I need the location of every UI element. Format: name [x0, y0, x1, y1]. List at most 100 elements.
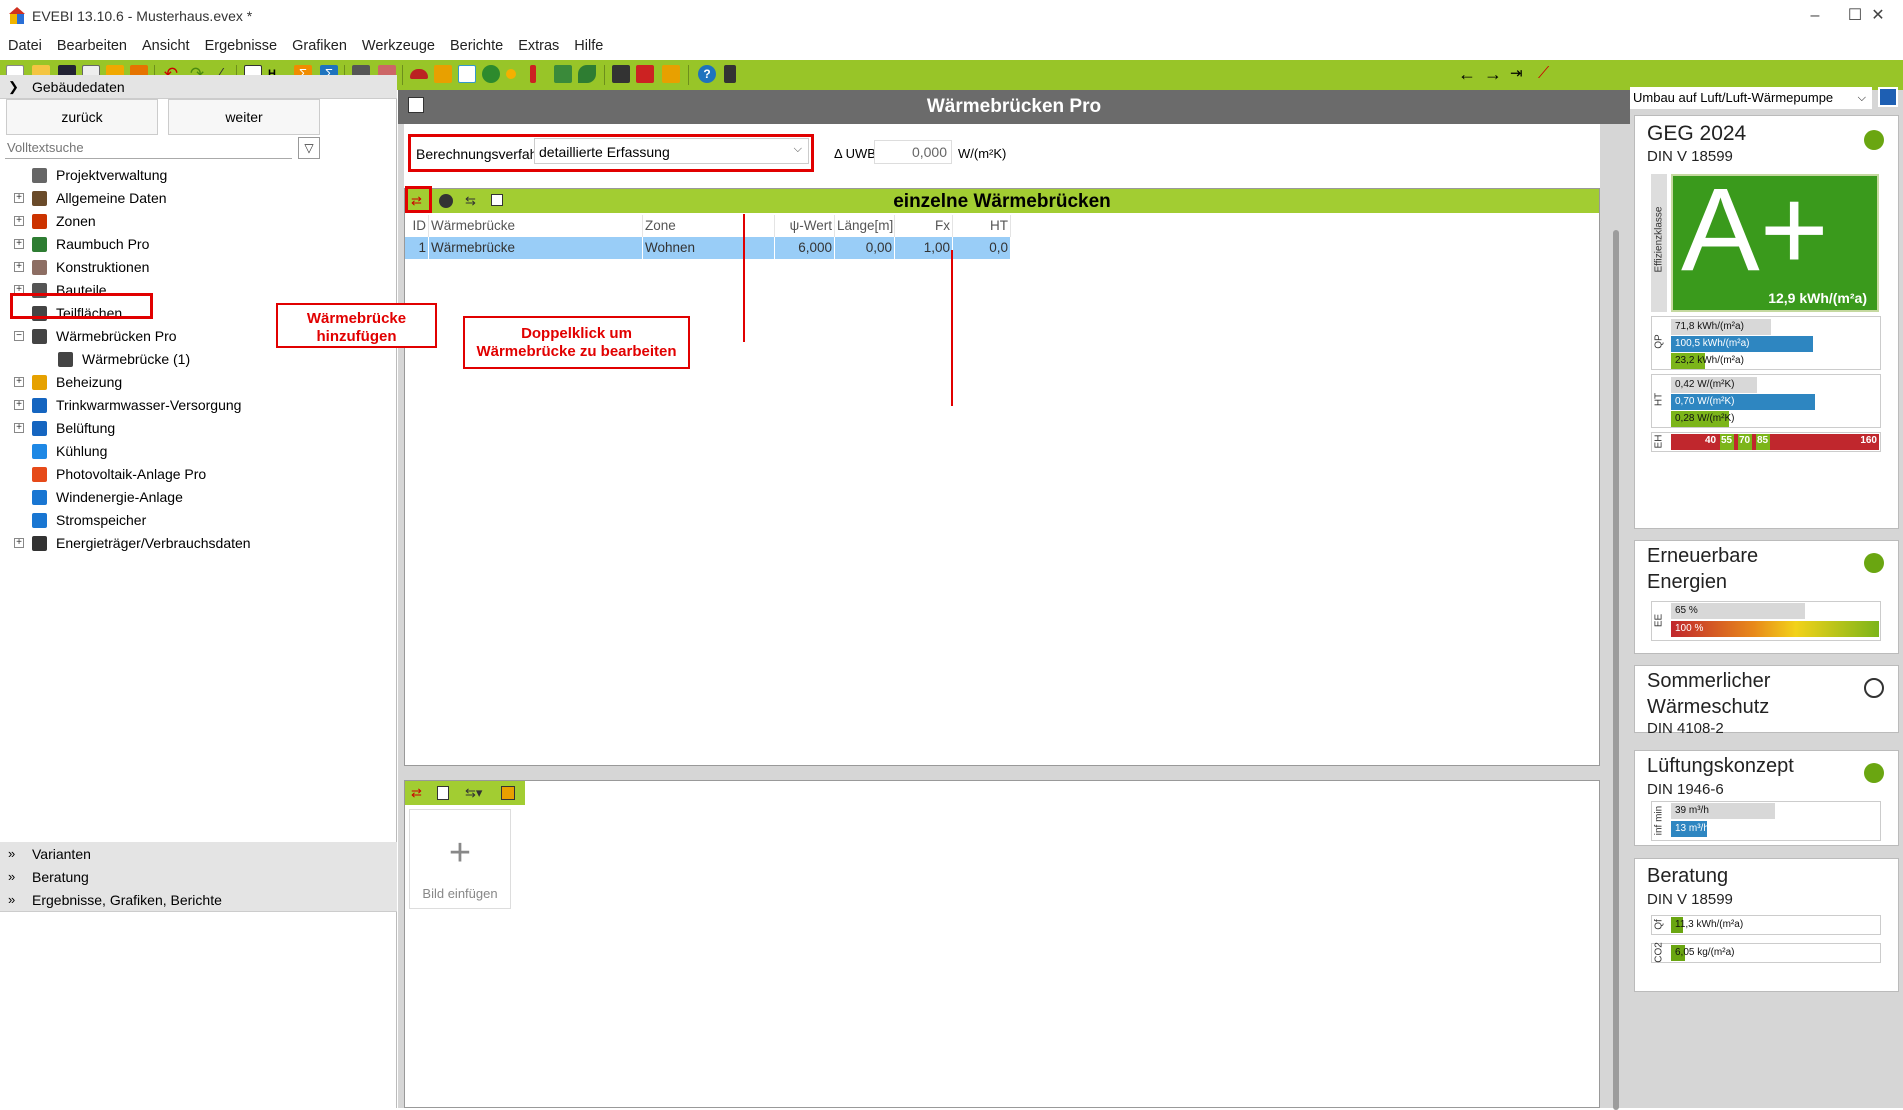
arrow-end-icon[interactable]: ⇥: [1510, 65, 1528, 83]
expand-icon[interactable]: +: [14, 193, 24, 203]
tree-item[interactable]: + Beheizung: [14, 371, 394, 394]
ee-bar-2: 100 %: [1671, 621, 1879, 637]
tree-item[interactable]: Stromspeicher: [14, 509, 394, 532]
column-header[interactable]: ID: [405, 215, 429, 237]
filter-button[interactable]: ▽: [298, 137, 320, 159]
tree-item[interactable]: + Raumbuch Pro: [14, 233, 394, 256]
globe-icon[interactable]: [482, 65, 500, 83]
add-image-tile[interactable]: + Bild einfügen: [409, 809, 511, 909]
chart-curve-icon[interactable]: ⟋: [1538, 65, 1556, 83]
tree-item[interactable]: Kühlung: [14, 440, 394, 463]
duwb-input[interactable]: [874, 140, 952, 164]
energy-icon[interactable]: [434, 65, 452, 83]
menu-extras[interactable]: Extras: [510, 34, 566, 54]
calculator-icon[interactable]: [612, 65, 630, 83]
app-logo-icon: [9, 7, 25, 25]
summer-protection-card[interactable]: Sommerlicher Wärmeschutz DIN 4108-2: [1634, 665, 1899, 737]
cap-icon[interactable]: [410, 69, 428, 79]
variant-edit-icon[interactable]: [1878, 87, 1898, 107]
section-beratung[interactable]: » Beratung: [0, 865, 397, 889]
tree-item[interactable]: + Belüftung: [14, 417, 394, 440]
help-icon[interactable]: ?: [698, 65, 716, 83]
vertical-scrollbar[interactable]: [1613, 230, 1619, 1110]
tree-item[interactable]: + Trinkwarmwasser-Versorgung: [14, 394, 394, 417]
pin-icon[interactable]: [530, 65, 536, 83]
chart-icon[interactable]: [662, 65, 680, 83]
section-varianten[interactable]: » Varianten: [0, 842, 397, 866]
section-ergebnisse[interactable]: » Ergebnisse, Grafiken, Berichte: [0, 888, 397, 912]
consulting-card[interactable]: Beratung DIN V 18599 Qf 11,3 kWh/(m²a) C…: [1634, 858, 1899, 992]
duplicate-icon[interactable]: [491, 194, 503, 206]
list-dropdown-icon[interactable]: ⇆▾: [465, 785, 482, 801]
tree-node-icon: [32, 536, 47, 551]
menu-ansicht[interactable]: Ansicht: [134, 34, 197, 54]
menu-datei[interactable]: Datei: [0, 34, 49, 54]
add-image-tool-icon[interactable]: ⇄: [411, 785, 422, 801]
report-icon[interactable]: [636, 65, 654, 83]
tree-item[interactable]: + Energieträger/Verbrauchsdaten: [14, 532, 394, 555]
tree-item[interactable]: Wärmebrücke (1): [14, 348, 394, 371]
tree-item[interactable]: Windenergie-Anlage: [14, 486, 394, 509]
menu-bearbeiten[interactable]: Bearbeiten: [49, 34, 134, 54]
house-icon[interactable]: [554, 65, 572, 83]
expand-icon[interactable]: +: [14, 538, 24, 548]
paste-icon[interactable]: [437, 786, 449, 800]
tree-node-icon: [32, 237, 47, 252]
chevron-down-icon: ⌵: [793, 143, 802, 155]
table-cell: 1: [405, 237, 429, 259]
menu-ergebnisse[interactable]: Ergebnisse: [197, 34, 285, 54]
column-header[interactable]: ψ-Wert: [777, 215, 835, 237]
tree-node-icon: [32, 168, 47, 183]
tree-item[interactable]: Projektverwaltung: [14, 164, 394, 187]
question-doc-icon[interactable]: [458, 65, 476, 83]
expand-icon[interactable]: +: [14, 239, 24, 249]
close-button[interactable]: ✕: [1855, 2, 1901, 30]
expand-icon[interactable]: +: [14, 400, 24, 410]
edit-list-icon[interactable]: ⇆: [465, 193, 481, 209]
lk-bar-2: 13 m³/h: [1671, 821, 1709, 837]
column-header[interactable]: Wärmebrücke: [431, 215, 643, 237]
phone-icon[interactable]: [724, 65, 736, 83]
expand-icon[interactable]: +: [14, 216, 24, 226]
tree-item[interactable]: + Allgemeine Daten: [14, 187, 394, 210]
expand-icon[interactable]: +: [14, 423, 24, 433]
leaf-icon[interactable]: [578, 65, 596, 83]
ht-bar-1: 0,42 W/(m²K): [1671, 377, 1757, 393]
energy-class-badge: A+ 12,9 kWh/(m²a): [1671, 164, 1879, 312]
sun-icon[interactable]: [506, 69, 516, 79]
menu-berichte[interactable]: Berichte: [442, 34, 510, 54]
section-gebaeudedaten[interactable]: ❯ Gebäudedaten: [0, 75, 397, 99]
ee-status-dot: [1864, 553, 1884, 573]
arrow-right-icon[interactable]: →: [1484, 65, 1502, 83]
menu-grafiken[interactable]: Grafiken: [284, 34, 354, 54]
column-header[interactable]: Länge[m]: [837, 215, 895, 237]
image-edit-icon[interactable]: [501, 786, 515, 800]
expand-icon[interactable]: +: [14, 262, 24, 272]
collapse-icon[interactable]: −: [14, 331, 24, 341]
table-header: IDWärmebrückeZoneψ-WertLänge[m]FxHT [W/K…: [405, 215, 1011, 259]
tree-item[interactable]: + Zonen: [14, 210, 394, 233]
table-row[interactable]: 1 Wärmebrücke Wohnen 6,000 0,00 1,00 0,0: [405, 237, 1011, 259]
calc-method-select[interactable]: detaillierte Erfassung ⌵: [534, 138, 809, 164]
next-button[interactable]: weiter: [168, 99, 320, 135]
expand-icon[interactable]: +: [14, 377, 24, 387]
ventilation-card[interactable]: Lüftungskonzept DIN 1946-6 inf min 39 m³…: [1634, 750, 1899, 846]
variant-select[interactable]: Umbau auf Luft/Luft-Wärmepumpe ⌵: [1630, 87, 1872, 109]
search-input[interactable]: [5, 137, 292, 159]
tree-item-label: Energieträger/Verbrauchsdaten: [56, 535, 251, 551]
tree-item[interactable]: Photovoltaik-Anlage Pro: [14, 463, 394, 486]
arrow-left-icon[interactable]: ←: [1458, 65, 1476, 83]
duwb-unit: W/(m²K): [958, 146, 1007, 161]
column-header[interactable]: Fx: [897, 215, 953, 237]
geg-card[interactable]: GEG 2024 DIN V 18599 Effizienzklasse A+ …: [1634, 115, 1899, 529]
page-title: Wärmebrücken Pro: [926, 96, 1102, 117]
ee-card[interactable]: Erneuerbare Energien EE 65 % 100 %: [1634, 540, 1899, 654]
tree-item[interactable]: + Konstruktionen: [14, 256, 394, 279]
menu-werkzeuge[interactable]: Werkzeuge: [354, 34, 442, 54]
database-icon[interactable]: [439, 194, 453, 208]
menu-hilfe[interactable]: Hilfe: [566, 34, 610, 54]
window-title: EVEBI 13.10.6 - Musterhaus.evex *: [32, 8, 253, 24]
column-header[interactable]: Zone: [645, 215, 775, 237]
back-button[interactable]: zurück: [6, 99, 158, 135]
tree-item-label: Stromspeicher: [56, 512, 147, 528]
